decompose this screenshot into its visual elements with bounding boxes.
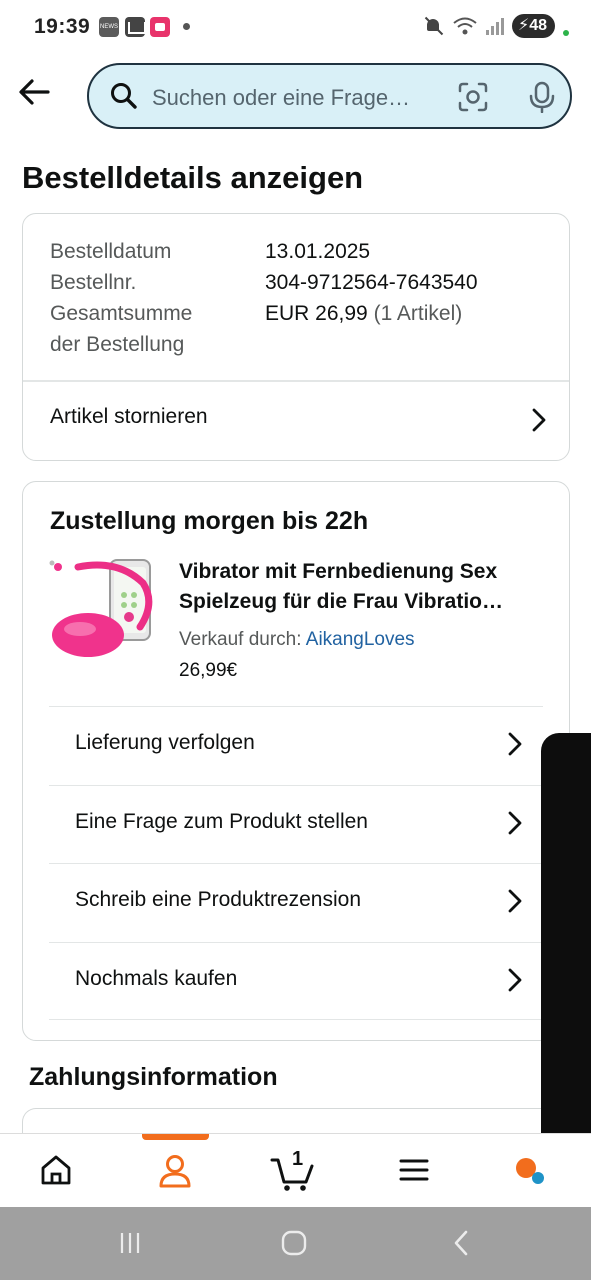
battery-level: 48 — [529, 17, 547, 34]
nav-profile[interactable] — [156, 1152, 196, 1192]
product-title-line1: Vibrator mit Fernbedienung Sex — [179, 560, 498, 583]
chat-bubble-icon — [516, 1158, 544, 1184]
track-delivery-label: Lieferung verfolgen — [75, 731, 255, 754]
battery-indicator: ⚡48 — [511, 14, 555, 38]
product-title-line2: Spielzeug für die Frau Vibratio… — [179, 590, 503, 613]
nav-cart[interactable]: 1 — [270, 1148, 320, 1192]
order-total-label: Gesamtsumme der Bestellung — [50, 298, 192, 360]
product-seller: Verkauf durch: AikangLoves — [179, 629, 415, 651]
order-number-label: Bestellnr. — [50, 271, 137, 294]
nav-home[interactable] — [38, 1152, 78, 1192]
hamburger-menu-icon — [399, 1159, 429, 1181]
privacy-dot-icon — [563, 30, 569, 36]
order-total-label-line2: der Bestellung — [50, 333, 185, 356]
delivery-title: Zustellung morgen bis 22h — [50, 507, 369, 535]
mail-icon — [125, 17, 146, 37]
order-date-value: 13.01.2025 — [265, 240, 371, 263]
order-total-label-line1: Gesamtsumme — [50, 302, 193, 325]
ask-question-label: Eine Frage zum Produkt stellen — [75, 809, 368, 833]
payment-section-title: Zahlungsinformation — [29, 1063, 278, 1091]
signal-icon — [485, 17, 504, 35]
active-tab-indicator — [142, 1134, 209, 1140]
product-price: 26,99€ — [179, 660, 238, 681]
buy-again-row[interactable]: Nochmals kaufen — [49, 941, 543, 1020]
profile-icon — [159, 1155, 191, 1188]
news-app-icon: NEWS — [99, 17, 119, 37]
ask-question-row[interactable]: Eine Frage zum Produkt stellen — [49, 784, 543, 864]
microphone-icon[interactable] — [527, 81, 557, 113]
seller-link[interactable]: AikangLoves — [306, 629, 415, 650]
nav-rufus-chat[interactable] — [508, 1152, 548, 1192]
product-image[interactable] — [48, 555, 158, 665]
nav-menu[interactable] — [396, 1152, 436, 1192]
order-total-amount: EUR 26,99 — [265, 302, 368, 325]
home-button-icon[interactable] — [280, 1229, 308, 1257]
cancel-items-label: Artikel stornieren — [50, 405, 208, 428]
page-title: Bestelldetails anzeigen — [22, 160, 364, 195]
arrow-left-icon — [19, 79, 50, 105]
order-item-count: (1 Artikel) — [373, 302, 463, 325]
track-delivery-row[interactable]: Lieferung verfolgen — [49, 706, 543, 785]
system-navigation-bar — [0, 1207, 591, 1280]
order-number-value: 304-9712564-7643540 — [265, 271, 478, 294]
delivery-card: Zustellung morgen bis 22h Vibrator mit F… — [22, 481, 570, 1041]
camera-scan-icon[interactable] — [457, 81, 489, 113]
delivery-actions-list: Lieferung verfolgen Eine Frage zum Produ… — [49, 706, 543, 1020]
chevron-right-icon — [532, 408, 546, 432]
cancel-items-row[interactable]: Artikel stornieren — [23, 381, 569, 459]
seller-prefix: Verkauf durch: — [179, 629, 302, 650]
bottom-nav: 1 — [0, 1133, 591, 1207]
write-review-row[interactable]: Schreib eine Produktrezension — [49, 863, 543, 942]
chevron-right-icon — [508, 732, 522, 756]
recent-apps-icon[interactable] — [116, 1229, 144, 1257]
chevron-right-icon — [508, 889, 522, 913]
chevron-right-icon — [508, 968, 522, 991]
back-button[interactable] — [16, 74, 52, 110]
wifi-icon — [453, 17, 477, 35]
screen-record-icon — [150, 17, 170, 37]
more-notifications-dot-icon — [183, 23, 190, 30]
product-title-link[interactable]: Vibrator mit Fernbedienung Sex Spielzeug… — [179, 557, 544, 617]
order-date-label: Bestelldatum — [50, 240, 172, 263]
status-bar: 19:39 NEWS ⚡48 — [0, 0, 591, 56]
write-review-label: Schreib eine Produktrezension — [75, 888, 362, 911]
status-time: 19:39 — [34, 15, 91, 38]
mute-icon — [424, 15, 444, 37]
order-total-value: EUR 26,99 (1 Artikel) — [265, 298, 462, 329]
order-summary-card: Bestelldatum 13.01.2025 Bestellnr. 304-9… — [22, 213, 570, 461]
chevron-right-icon — [508, 811, 522, 834]
back-nav-icon[interactable] — [448, 1229, 476, 1257]
search-input[interactable]: Suchen oder eine Frage… — [152, 85, 442, 111]
cart-count-badge: 1 — [292, 1148, 304, 1170]
search-icon — [111, 83, 137, 109]
home-icon — [41, 1155, 71, 1185]
search-bar[interactable]: Suchen oder eine Frage… — [87, 63, 572, 129]
buy-again-label: Nochmals kaufen — [75, 966, 238, 990]
